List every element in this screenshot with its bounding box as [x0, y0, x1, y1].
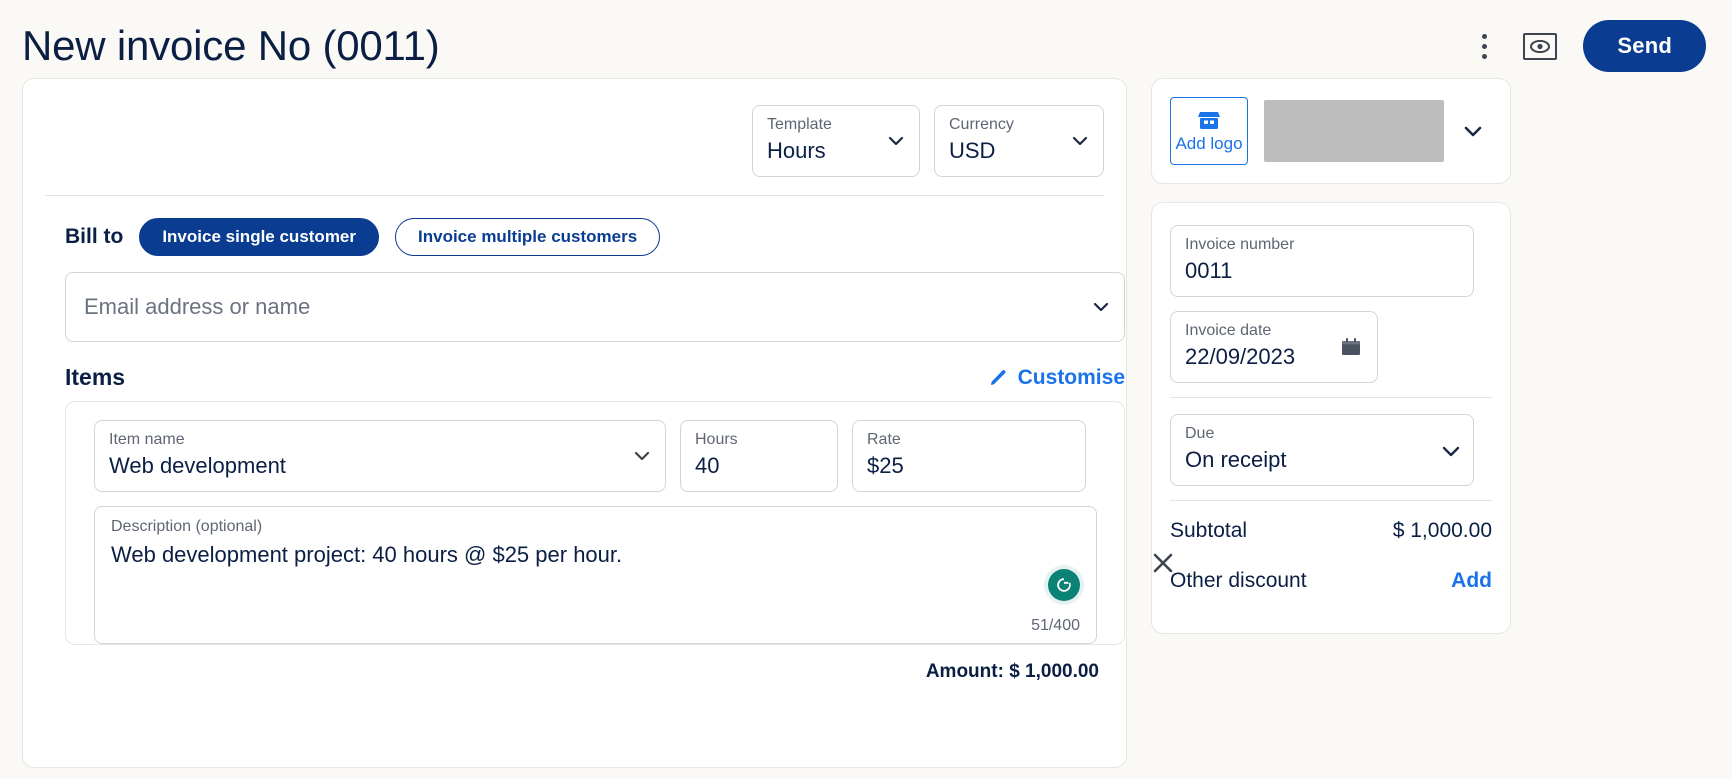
page-title: New invoice No (0011) [22, 22, 440, 69]
kebab-menu-icon[interactable] [1471, 26, 1497, 66]
add-logo-label: Add logo [1175, 133, 1243, 153]
invoice-editor-page: New invoice No (0011) Send Template Hour… [0, 0, 1732, 779]
logo-placeholder [1264, 100, 1444, 162]
line-item-row: Item name Web development Hours 40 Rate … [65, 401, 1173, 645]
invoice-date-input[interactable]: Invoice date 22/09/2023 [1170, 311, 1378, 383]
chevron-down-icon [1439, 439, 1461, 461]
invoice-side-panel: Add logo Invoice number 0011 Invoice dat… [1151, 78, 1511, 634]
description-value: Web development project: 40 hours @ $25 … [111, 542, 623, 567]
line-item-fields: Item name Web development Hours 40 Rate … [66, 420, 1124, 492]
logo-row: Add logo [1170, 97, 1492, 165]
main-content: Template Hours Currency USD Bill to Invo… [0, 78, 1732, 768]
invoice-number-input[interactable]: Invoice number 0011 [1170, 225, 1474, 297]
logo-card: Add logo [1151, 78, 1511, 184]
hours-input[interactable]: Hours 40 [680, 420, 838, 492]
item-name-label: Item name [109, 431, 185, 448]
description-textarea[interactable]: Description (optional) Web development p… [94, 506, 1097, 644]
add-logo-button[interactable]: Add logo [1170, 97, 1248, 165]
currency-label: Currency [949, 116, 1014, 133]
rate-value: $25 [867, 453, 904, 478]
line-item-amount: Amount: $ 1,000.00 [925, 661, 1099, 682]
items-title: Items [65, 364, 126, 390]
subtotal-row: Subtotal $ 1,000.00 [1170, 517, 1492, 545]
rate-input[interactable]: Rate $25 [852, 420, 1086, 492]
divider [1170, 500, 1492, 501]
calendar-icon[interactable] [1339, 335, 1363, 359]
hours-value: 40 [695, 453, 720, 478]
bill-to-label: Bill to [65, 225, 124, 248]
invoice-form-card: Template Hours Currency USD Bill to Invo… [22, 78, 1173, 768]
invoice-number-label: Invoice number [1185, 236, 1295, 253]
template-select[interactable]: Template Hours [752, 105, 920, 177]
currency-value: USD [949, 138, 996, 163]
customise-button[interactable]: Customise [987, 366, 1125, 390]
chevron-down-icon [631, 445, 653, 467]
page-header: New invoice No (0011) Send [0, 0, 1732, 78]
invoice-date-label: Invoice date [1185, 322, 1272, 339]
chevron-down-icon [1090, 296, 1112, 318]
character-counter: 51/400 [1031, 617, 1080, 634]
description-label: Description (optional) [111, 518, 263, 535]
item-name-select[interactable]: Item name Web development [94, 420, 666, 492]
add-discount-button[interactable]: Add [1451, 569, 1492, 593]
kebab-dot [1481, 43, 1487, 49]
chevron-down-icon[interactable] [1460, 118, 1486, 144]
chevron-down-icon [885, 130, 907, 152]
divider [1170, 397, 1492, 398]
other-discount-row: Other discount Add [1170, 567, 1492, 595]
due-value: On receipt [1185, 447, 1287, 472]
grammarly-icon[interactable] [1048, 569, 1080, 601]
header-actions: Send [1471, 20, 1710, 72]
due-select[interactable]: Due On receipt [1170, 414, 1474, 486]
subtotal-value: $ 1,000.00 [1392, 519, 1492, 542]
kebab-dot [1481, 33, 1487, 39]
bill-to-row: Bill to Invoice single customer Invoice … [45, 196, 1104, 272]
chevron-down-icon [1069, 130, 1091, 152]
customise-label: Customise [1017, 365, 1125, 389]
send-button[interactable]: Send [1583, 20, 1706, 72]
invoice-single-customer-toggle[interactable]: Invoice single customer [139, 218, 380, 256]
subtotal-label: Subtotal [1170, 519, 1248, 542]
kebab-dot [1481, 53, 1487, 59]
rate-label: Rate [867, 431, 901, 448]
top-selects: Template Hours Currency USD [45, 79, 1104, 195]
customer-email-input[interactable]: Email address or name [65, 272, 1125, 342]
preview-eye-icon[interactable] [1523, 32, 1558, 60]
remove-item-button[interactable] [1150, 550, 1176, 576]
pencil-icon [987, 367, 1009, 389]
other-discount-label: Other discount [1170, 569, 1307, 592]
invoice-details-card: Invoice number 0011 Invoice date 22/09/2… [1151, 202, 1511, 634]
customer-email-placeholder: Email address or name [84, 294, 311, 319]
items-header: Items Customise [65, 364, 1125, 391]
invoice-date-value: 22/09/2023 [1185, 344, 1296, 369]
currency-select[interactable]: Currency USD [934, 105, 1104, 177]
invoice-number-value: 0011 [1185, 258, 1233, 283]
due-label: Due [1185, 425, 1215, 442]
storefront-icon [1197, 109, 1221, 131]
hours-label: Hours [695, 431, 738, 448]
item-name-value: Web development [109, 453, 286, 478]
invoice-multiple-customers-toggle[interactable]: Invoice multiple customers [395, 218, 661, 256]
